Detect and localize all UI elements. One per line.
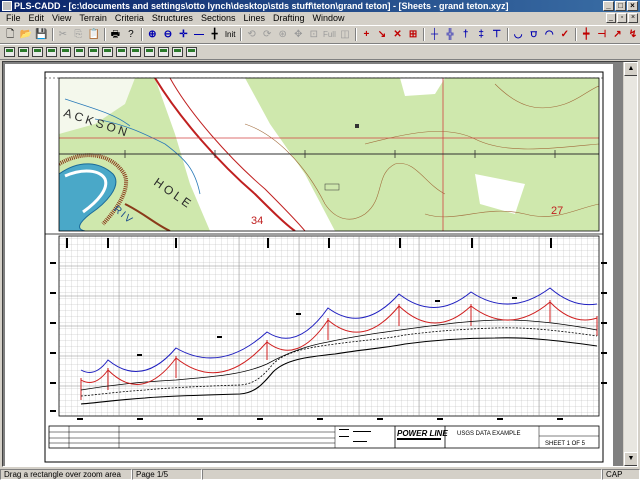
- sheet-3-icon[interactable]: [31, 46, 44, 59]
- status-caps: CAP: [602, 468, 640, 480]
- drawing-title: USGS DATA EXAMPLE: [457, 431, 520, 437]
- edit-point-icon[interactable]: ⊞: [406, 27, 421, 42]
- map-grid-number-34: 34: [251, 215, 263, 227]
- copy-icon[interactable]: ⎘: [71, 27, 86, 42]
- delete-point-icon[interactable]: ✕: [390, 27, 405, 42]
- move-point-icon[interactable]: ↘: [375, 27, 390, 42]
- plan-profile-sheet[interactable]: ACKSON HOLE RIV 34 27 POWER LINE USGS DA…: [5, 64, 613, 466]
- power-line-logo: POWER LINE: [397, 429, 448, 438]
- sheet-14-icon[interactable]: [185, 46, 198, 59]
- vertical-scrollbar[interactable]: ▲ ▼: [623, 62, 637, 466]
- view-3d-icon[interactable]: ⟲: [244, 27, 259, 42]
- dimension-icon[interactable]: ⊣: [595, 27, 610, 42]
- zoom-window-icon[interactable]: ✛: [176, 27, 191, 42]
- leader-icon[interactable]: ↗: [610, 27, 625, 42]
- sheet-number: SHEET 1 OF 5: [545, 441, 586, 447]
- print-icon[interactable]: 🖶: [108, 27, 123, 42]
- move-structure-icon[interactable]: ╬: [443, 27, 458, 42]
- sheet-8-icon[interactable]: [101, 46, 114, 59]
- scroll-up-icon[interactable]: ▲: [624, 62, 637, 76]
- pan-icon[interactable]: —: [192, 27, 207, 42]
- orbit-icon[interactable]: ⊛: [275, 27, 290, 42]
- status-message: Drag a rectangle over zoom area: [0, 468, 132, 480]
- rotate-icon[interactable]: ⟳: [260, 27, 275, 42]
- init-view-button[interactable]: Init: [223, 27, 238, 42]
- minimize-button[interactable]: _: [603, 1, 614, 11]
- sheet-4-icon[interactable]: [45, 46, 58, 59]
- maximize-button[interactable]: □: [615, 1, 626, 11]
- zoom-extents-icon[interactable]: ╋: [207, 27, 222, 42]
- doc-restore-button[interactable]: ▫: [617, 13, 627, 23]
- menu-view[interactable]: View: [48, 12, 75, 25]
- title-bar: PLS-CADD - [c:\documents and settings\ot…: [0, 0, 640, 12]
- add-text-icon[interactable]: ┿: [579, 27, 594, 42]
- status-bar: Drag a rectangle over zoom area Page 1/5…: [0, 468, 640, 480]
- zoom-in-icon[interactable]: ⊕: [145, 27, 160, 42]
- main-toolbar: 🗋 📂 💾 ✂ ⎘ 📋 🖶 ? ⊕ ⊖ ✛ — ╋ Init ⟲ ⟳ ⊛ ✥ ⊡…: [0, 25, 640, 44]
- sheet-13-icon[interactable]: [171, 46, 184, 59]
- cut-icon[interactable]: ✂: [56, 27, 71, 42]
- scroll-down-icon[interactable]: ▼: [624, 452, 637, 466]
- annotate-icon[interactable]: ↯: [626, 27, 640, 42]
- doc-minimize-button[interactable]: _: [606, 13, 616, 23]
- help-icon[interactable]: ?: [124, 27, 139, 42]
- menu-edit[interactable]: Edit: [25, 12, 49, 25]
- sheet-10-icon[interactable]: [129, 46, 142, 59]
- sheet-1-icon[interactable]: [3, 46, 16, 59]
- add-point-icon[interactable]: +: [359, 27, 374, 42]
- sheet-7-icon[interactable]: [87, 46, 100, 59]
- open-folder-icon[interactable]: 📂: [19, 27, 34, 42]
- edit-structure-icon[interactable]: ⊤: [489, 27, 504, 42]
- sag-tension-icon[interactable]: ⩌: [526, 27, 541, 42]
- structure-info-icon[interactable]: †: [458, 27, 473, 42]
- status-page: Page 1/5: [132, 468, 202, 480]
- doc-close-button[interactable]: ×: [628, 13, 638, 23]
- full-view-button[interactable]: Full: [322, 27, 337, 42]
- sag-icon[interactable]: ◡: [511, 27, 526, 42]
- sheet-11-icon[interactable]: [143, 46, 156, 59]
- menu-sections[interactable]: Sections: [197, 12, 240, 25]
- sheet-12-icon[interactable]: [157, 46, 170, 59]
- title-block: POWER LINE USGS DATA EXAMPLE SHEET 1 OF …: [48, 425, 600, 449]
- menu-structures[interactable]: Structures: [148, 12, 197, 25]
- add-structure-icon[interactable]: ┼: [427, 27, 442, 42]
- delete-structure-icon[interactable]: ‡: [474, 27, 489, 42]
- map-grid-number-27: 27: [551, 205, 563, 217]
- menu-file[interactable]: File: [2, 12, 25, 25]
- status-empty: [202, 468, 602, 480]
- clearance-icon[interactable]: ◠: [542, 27, 557, 42]
- paste-icon[interactable]: 📋: [87, 27, 102, 42]
- close-button[interactable]: ×: [627, 1, 638, 11]
- save-icon[interactable]: 💾: [34, 27, 49, 42]
- sheet-2-icon[interactable]: [17, 46, 30, 59]
- sheet-drawing: ACKSON HOLE RIV 34 27 POWER LINE USGS DA…: [44, 71, 607, 463]
- menu-window[interactable]: Window: [309, 12, 349, 25]
- profile-view: [50, 235, 607, 420]
- menu-drafting[interactable]: Drafting: [269, 12, 309, 25]
- sheet-toolbar: [0, 44, 640, 60]
- fit-icon[interactable]: ⊡: [307, 27, 322, 42]
- menu-lines[interactable]: Lines: [239, 12, 269, 25]
- sheet-9-icon[interactable]: [115, 46, 128, 59]
- zoom-out-icon[interactable]: ⊖: [161, 27, 176, 42]
- drawing-canvas[interactable]: ACKSON HOLE RIV 34 27 POWER LINE USGS DA…: [2, 61, 638, 467]
- menu-terrain[interactable]: Terrain: [75, 12, 111, 25]
- reset-view-icon[interactable]: ◫: [338, 27, 353, 42]
- menu-criteria[interactable]: Criteria: [111, 12, 148, 25]
- app-icon: [2, 1, 12, 11]
- sheet-5-icon[interactable]: [59, 46, 72, 59]
- move-view-icon[interactable]: ✥: [291, 27, 306, 42]
- window-title: PLS-CADD - [c:\documents and settings\ot…: [14, 1, 509, 11]
- check-icon[interactable]: ✓: [558, 27, 573, 42]
- plan-view-map: ACKSON HOLE RIV 34 27: [59, 78, 599, 231]
- new-file-icon[interactable]: 🗋: [3, 27, 18, 42]
- menu-bar: File Edit View Terrain Criteria Structur…: [0, 12, 640, 25]
- sheet-6-icon[interactable]: [73, 46, 86, 59]
